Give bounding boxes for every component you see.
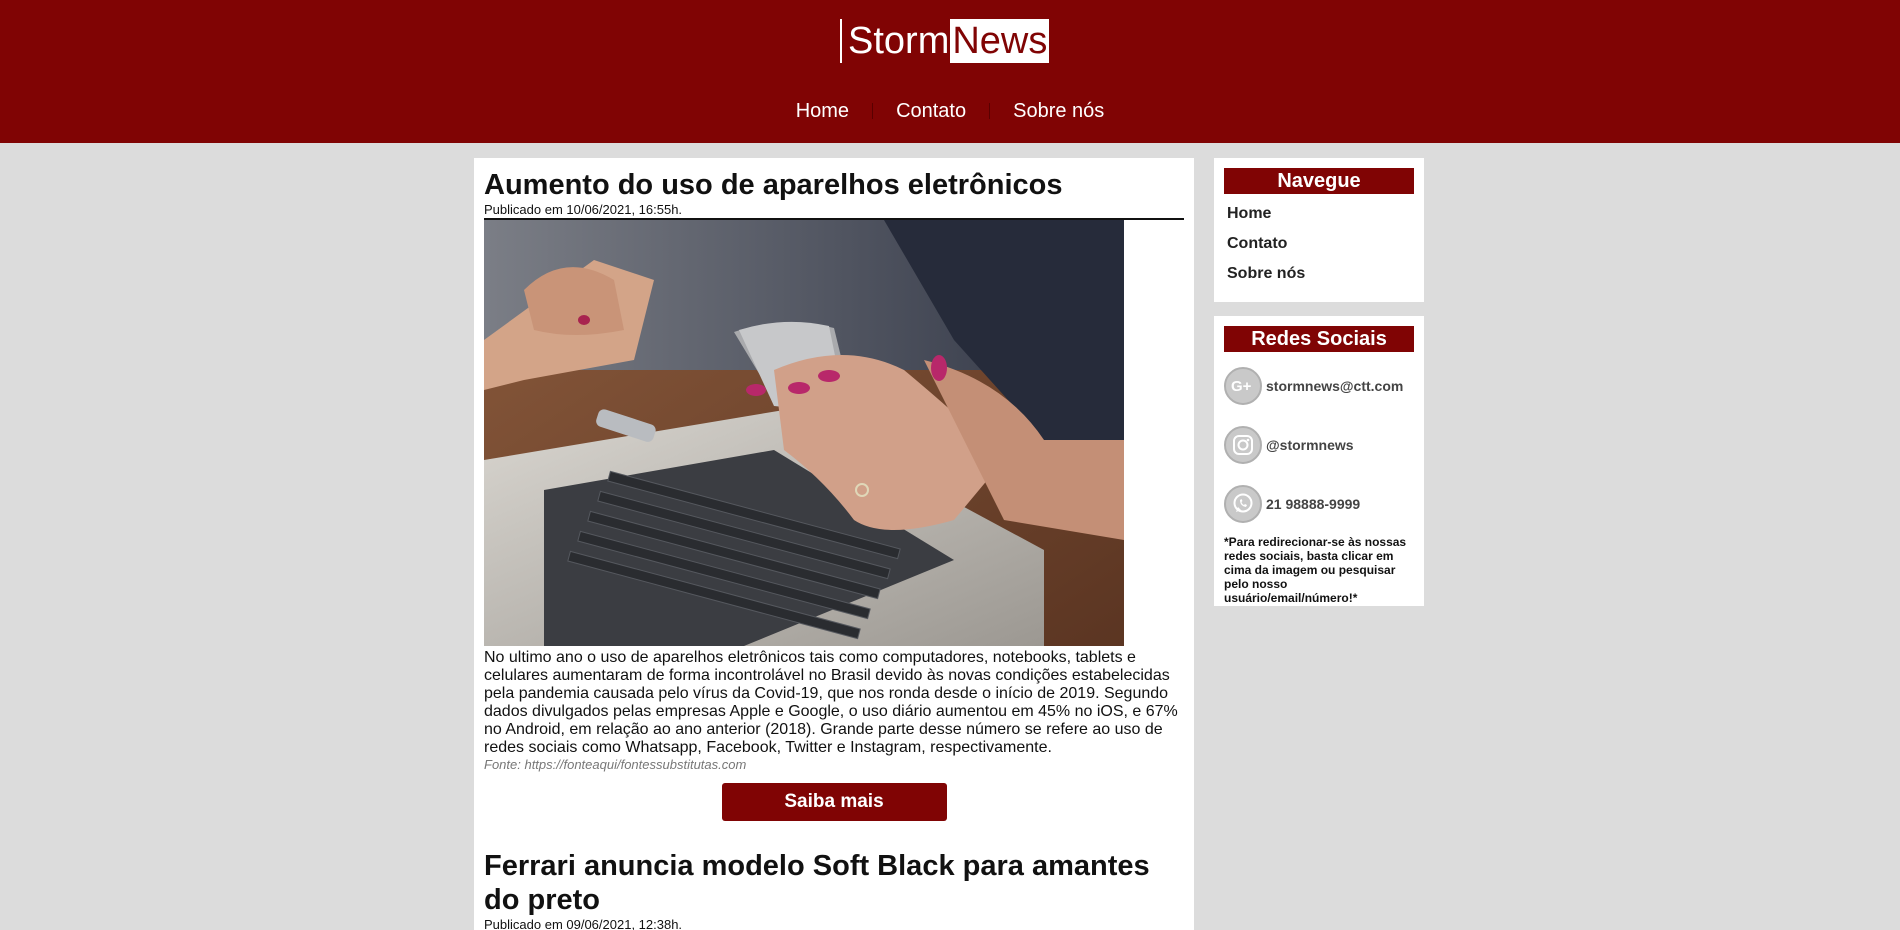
nav-sobre-link[interactable]: Sobre nós <box>990 97 1127 125</box>
sidebar-social-title: Redes Sociais <box>1224 326 1414 352</box>
social-item-email[interactable]: G+ stormnews@ctt.com <box>1224 356 1414 415</box>
social-email-label[interactable]: stormnews@ctt.com <box>1266 378 1403 394</box>
instagram-icon[interactable] <box>1224 425 1262 464</box>
sidebar-nav-title: Navegue <box>1224 168 1414 194</box>
button-wrapper: Saiba mais <box>484 783 1184 821</box>
article-date: Publicado em 10/06/2021, 16:55h. <box>484 202 1184 220</box>
logo-bar <box>840 19 842 63</box>
social-item-whatsapp[interactable]: 21 98888-9999 <box>1224 474 1414 533</box>
sidebar-nav-box: Navegue Home Contato Sobre nós <box>1214 158 1424 302</box>
google-plus-icon[interactable]: G+ <box>1224 366 1262 405</box>
top-nav: Home Contato Sobre nós <box>0 97 1900 125</box>
social-list: G+ stormnews@ctt.com @stormnews 21 98888… <box>1224 356 1414 533</box>
read-more-button[interactable]: Saiba mais <box>721 783 947 821</box>
logo-storm-text: Storm <box>848 20 950 62</box>
site-logo[interactable]: Storm News <box>840 19 1050 63</box>
news-feed: Aumento do uso de aparelhos eletrônicos … <box>474 158 1194 930</box>
social-note: *Para redirecionar-se às nossas redes so… <box>1224 535 1407 605</box>
article-body: No ultimo ano o uso de aparelhos eletrôn… <box>484 649 1178 756</box>
social-whatsapp-label[interactable]: 21 98888-9999 <box>1266 496 1360 512</box>
site-header: Storm News Home Contato Sobre nós <box>0 0 1900 143</box>
article-source: Fonte: https://fonteaqui/fontessubstitut… <box>484 757 747 772</box>
svg-text:G+: G+ <box>1231 378 1252 395</box>
nav-home-link[interactable]: Home <box>773 97 872 125</box>
social-instagram-label[interactable]: @stormnews <box>1266 437 1354 453</box>
article-card: Ferrari anuncia modelo Soft Black para a… <box>474 821 1194 930</box>
article-card: Aumento do uso de aparelhos eletrônicos … <box>474 158 1194 821</box>
sidebar-item-home[interactable]: Home <box>1224 199 1414 229</box>
article-image <box>484 220 1124 646</box>
article-title[interactable]: Ferrari anuncia modelo Soft Black para a… <box>484 849 1184 917</box>
social-item-instagram[interactable]: @stormnews <box>1224 415 1414 474</box>
sidebar-item-contato[interactable]: Contato <box>1224 229 1414 259</box>
nav-contato-link[interactable]: Contato <box>873 97 989 125</box>
whatsapp-icon[interactable] <box>1224 484 1262 523</box>
sidebar-social-box: Redes Sociais G+ stormnews@ctt.com @stor… <box>1214 316 1424 606</box>
sidebar-nav: Home Contato Sobre nós <box>1224 199 1414 289</box>
article-date: Publicado em 09/06/2021, 12:38h. <box>484 917 683 930</box>
sidebar-item-sobre[interactable]: Sobre nós <box>1224 259 1414 289</box>
logo-news-text: News <box>950 19 1050 63</box>
article-title[interactable]: Aumento do uso de aparelhos eletrônicos <box>484 168 1184 202</box>
